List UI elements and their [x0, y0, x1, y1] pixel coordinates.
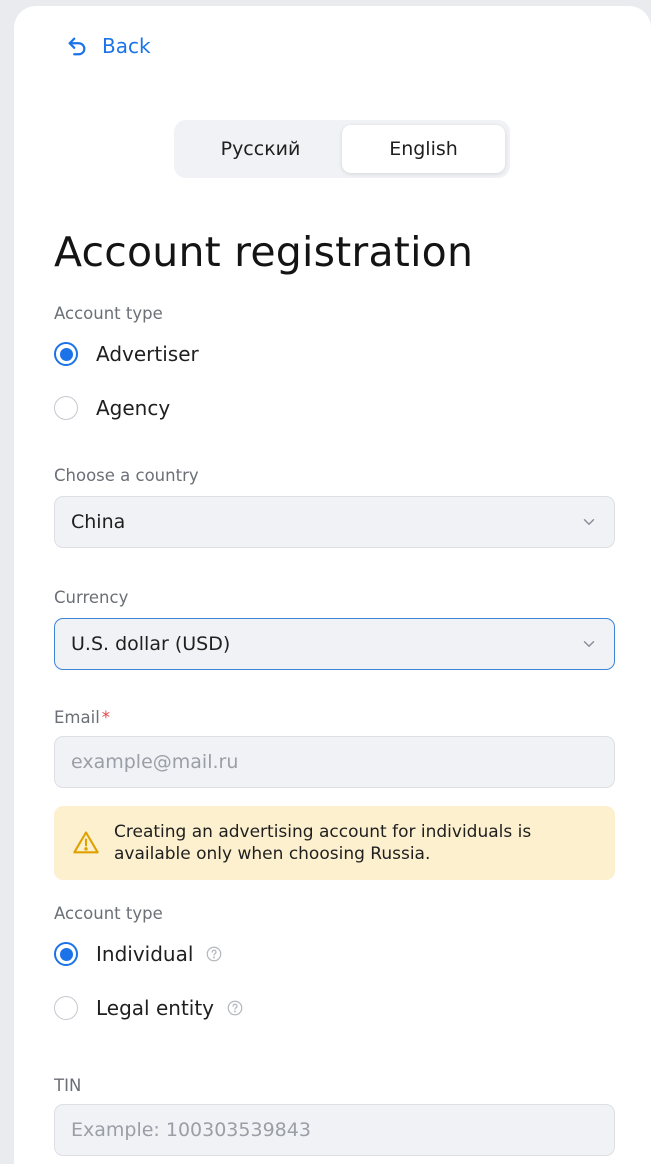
- warning-triangle-icon: [73, 831, 99, 854]
- currency-value: U.S. dollar (USD): [71, 633, 231, 655]
- back-label: Back: [102, 34, 151, 58]
- radio-legal-entity[interactable]: Legal entity: [54, 996, 244, 1020]
- radio-advertiser[interactable]: Advertiser: [54, 342, 199, 366]
- chevron-down-icon: [583, 641, 595, 647]
- email-label: Email *: [54, 708, 110, 727]
- back-button[interactable]: Back: [66, 34, 151, 58]
- currency-select[interactable]: U.S. dollar (USD): [54, 618, 615, 670]
- radio-agency[interactable]: Agency: [54, 396, 170, 420]
- tin-label: TIN: [54, 1076, 82, 1095]
- individual-notice: Creating an advertising account for indi…: [54, 806, 615, 880]
- radio-individual[interactable]: Individual: [54, 942, 223, 966]
- country-value: China: [71, 511, 126, 533]
- tab-language-english[interactable]: English: [342, 125, 505, 173]
- entity-type-label: Account type: [54, 904, 163, 923]
- notice-text: Creating an advertising account for indi…: [114, 822, 532, 864]
- undo-arrow-icon: [68, 37, 86, 56]
- radio-agency-control[interactable]: [54, 396, 78, 420]
- tin-field[interactable]: [54, 1104, 615, 1156]
- page-title: Account registration: [54, 228, 474, 276]
- email-label-text: Email: [54, 708, 100, 727]
- registration-card: Back Русский English Account registratio…: [14, 6, 651, 1164]
- tab-language-russian[interactable]: Русский: [179, 125, 342, 173]
- email-field[interactable]: [54, 736, 615, 788]
- radio-advertiser-control[interactable]: [54, 342, 78, 366]
- required-mark: *: [101, 708, 111, 727]
- language-switch: Русский English: [174, 120, 510, 178]
- account-type-label: Account type: [54, 304, 163, 323]
- radio-individual-control[interactable]: [54, 942, 78, 966]
- question-circle-icon[interactable]: [226, 999, 244, 1017]
- question-circle-icon[interactable]: [205, 945, 223, 963]
- radio-legal-entity-control[interactable]: [54, 996, 78, 1020]
- radio-agency-label: Agency: [96, 396, 171, 420]
- radio-advertiser-label: Advertiser: [96, 342, 199, 366]
- country-select[interactable]: China: [54, 496, 615, 548]
- chevron-down-icon: [583, 519, 595, 525]
- radio-individual-label: Individual: [96, 942, 194, 966]
- email-input[interactable]: [71, 751, 598, 773]
- radio-legal-entity-label: Legal entity: [96, 996, 215, 1020]
- currency-label: Currency: [54, 588, 129, 607]
- country-label: Choose a country: [54, 466, 199, 485]
- tin-input[interactable]: [71, 1119, 598, 1141]
